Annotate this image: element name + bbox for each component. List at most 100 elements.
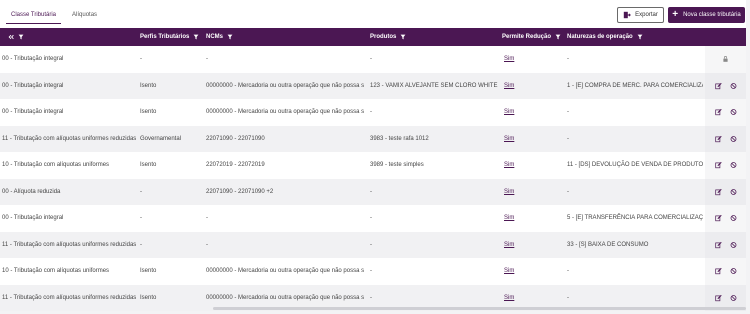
filter-icon[interactable] <box>637 34 643 40</box>
header-perfis-label: Perfis Tributários <box>140 34 190 40</box>
cell-reducao[interactable]: Sim <box>504 242 514 248</box>
cell-produtos-container: - <box>370 205 498 232</box>
new-tax-class-label: Nova classe tributária <box>683 12 741 18</box>
cell-reducao-container[interactable]: Sim <box>504 152 562 179</box>
double-chevron-left-icon[interactable] <box>8 34 14 40</box>
cell-perfis: Isento <box>140 268 157 275</box>
header-naturezas[interactable]: Naturezas de operação <box>567 28 643 46</box>
cell-classe: 11 - Tributação com alíquotas uniformes … <box>2 135 136 142</box>
export-button[interactable]: Exportar <box>617 7 664 23</box>
cell-classe: 11 - Tributação com alíquotas uniformes … <box>2 241 136 248</box>
deactivate-icon[interactable] <box>730 135 737 142</box>
filter-icon[interactable] <box>18 34 24 40</box>
header-produtos[interactable]: Produtos <box>370 28 406 46</box>
cell-reducao[interactable]: Sim <box>504 109 514 115</box>
table-row[interactable]: 00 - Tributação integral - - - Sim 5 - [E] TR… <box>0 205 746 232</box>
filter-icon[interactable] <box>400 34 406 40</box>
header-ncms[interactable]: NCMs <box>206 28 233 46</box>
horizontal-scrollbar[interactable] <box>213 307 746 310</box>
cell-reducao[interactable]: Sim <box>504 189 514 195</box>
cell-reducao[interactable]: Sim <box>504 215 514 221</box>
deactivate-icon[interactable] <box>730 241 737 248</box>
cell-produtos-container: - <box>370 46 498 73</box>
deactivate-icon[interactable] <box>730 188 737 195</box>
deactivate-icon[interactable] <box>730 215 737 222</box>
deactivate-icon[interactable] <box>730 268 737 275</box>
cell-ncms: 22071090 - 22071090 +2 <box>206 188 274 195</box>
cell-produtos-container: 123 - VAMIX ALVEJANTE SEM CLORO WHITE 5L <box>370 73 498 100</box>
cell-classe-container: 11 - Tributação com alíquotas uniformes … <box>2 232 136 259</box>
lock-icon <box>723 56 728 63</box>
edit-icon[interactable] <box>715 188 722 195</box>
cell-perfis: Isento <box>140 109 157 116</box>
deactivate-icon[interactable] <box>730 294 737 301</box>
new-tax-class-button[interactable]: + Nova classe tributária <box>668 7 745 23</box>
cell-produtos-container: - <box>370 258 498 285</box>
edit-icon[interactable] <box>715 109 722 116</box>
cell-produtos-container: - <box>370 179 498 206</box>
cell-ncms: - <box>206 56 208 63</box>
cell-produtos-container: 3983 - teste rafa 1012 <box>370 126 498 153</box>
edit-icon[interactable] <box>715 215 722 222</box>
filter-icon[interactable] <box>555 34 561 40</box>
cell-naturezas: 11 - [DS] DEVOLUÇÃO DE VENDA DE PRODUTOS <box>567 162 703 169</box>
cell-reducao-container[interactable]: Sim <box>504 179 562 206</box>
cell-naturezas-container: - <box>567 126 703 153</box>
table-row[interactable]: 00 - Tributação integral Isento 00000000 -… <box>0 99 746 126</box>
edit-icon[interactable] <box>715 135 722 142</box>
cell-reducao-container[interactable]: Sim <box>504 205 562 232</box>
cell-reducao-container[interactable]: Sim <box>504 73 562 100</box>
cell-perfis: Isento <box>140 294 157 301</box>
filter-icon[interactable] <box>193 34 199 40</box>
edit-icon[interactable] <box>715 162 722 169</box>
cell-reducao[interactable]: Sim <box>504 268 514 274</box>
edit-icon[interactable] <box>715 268 722 275</box>
cell-produtos-container: 3989 - teste simples <box>370 152 498 179</box>
cell-reducao-container[interactable]: Sim <box>504 126 562 153</box>
cell-produtos-container: - <box>370 99 498 126</box>
cell-reducao[interactable]: Sim <box>504 295 514 301</box>
table-row[interactable]: 00 - Tributação integral - - - Sim - <box>0 46 746 73</box>
cell-reducao-container[interactable]: Sim <box>504 258 562 285</box>
cell-ncms-container: 22071090 - 22071090 <box>206 126 364 153</box>
table-row[interactable]: 10 - Tributação com alíquotas uniformes I… <box>0 152 746 179</box>
header-expand-filter[interactable] <box>8 28 24 46</box>
vertical-scrollbar[interactable] <box>746 0 750 314</box>
filter-icon[interactable] <box>227 34 233 40</box>
cell-classe: 10 - Tributação com alíquotas uniformes <box>2 162 110 169</box>
cell-reducao[interactable]: Sim <box>504 56 514 62</box>
tab-classe-tributaria[interactable]: Classe Tributária <box>6 9 62 24</box>
cell-perfis: - <box>140 56 142 63</box>
cell-classe-container: 00 - Tributação integral <box>2 73 136 100</box>
deactivate-icon[interactable] <box>730 82 737 89</box>
cell-reducao-container[interactable]: Sim <box>504 232 562 259</box>
cell-reducao[interactable]: Sim <box>504 83 514 89</box>
header-ncms-label: NCMs <box>206 34 224 40</box>
table-row[interactable]: 00 - Tributação integral Isento 00000000 -… <box>0 72 746 100</box>
cell-perfis: Isento <box>140 82 157 89</box>
cell-naturezas: - <box>567 56 569 63</box>
cell-ncms-container: 00000000 - Mercadoria ou outra operação … <box>206 99 364 126</box>
cell-naturezas-container: - <box>567 99 703 126</box>
header-permite-reducao[interactable]: Permite Redução <box>502 28 561 46</box>
tax-class-table: Perfis Tributários NCMs Produtos Permite… <box>0 28 746 311</box>
edit-icon[interactable] <box>715 82 722 89</box>
table-row[interactable]: 00 - Alíquota reduzida - 22071090 - 220710… <box>0 178 746 206</box>
cell-produtos: 123 - VAMIX ALVEJANTE SEM CLORO WHITE 5L <box>370 82 498 89</box>
deactivate-icon[interactable] <box>730 162 737 169</box>
deactivate-icon[interactable] <box>730 109 737 116</box>
table-row[interactable]: 11 - Tributação com alíquotas uniformes … <box>0 231 746 259</box>
cell-reducao[interactable]: Sim <box>504 162 514 168</box>
cell-naturezas-container: - <box>567 46 703 73</box>
cell-ncms: 00000000 - Mercadoria ou outra operação … <box>206 82 364 89</box>
cell-reducao[interactable]: Sim <box>504 136 514 142</box>
tab-aliquotas[interactable]: Alíquotas <box>67 9 102 24</box>
edit-icon[interactable] <box>715 241 722 248</box>
cell-reducao-container[interactable]: Sim <box>504 46 562 73</box>
table-row[interactable]: 10 - Tributação com alíquotas uniformes I… <box>0 258 746 285</box>
cell-classe-container: 11 - Tributação com alíquotas uniformes … <box>2 126 136 153</box>
table-row[interactable]: 11 - Tributação com alíquotas uniformes … <box>0 125 746 153</box>
cell-reducao-container[interactable]: Sim <box>504 99 562 126</box>
header-perfis[interactable]: Perfis Tributários <box>140 28 199 46</box>
edit-icon[interactable] <box>715 294 722 301</box>
